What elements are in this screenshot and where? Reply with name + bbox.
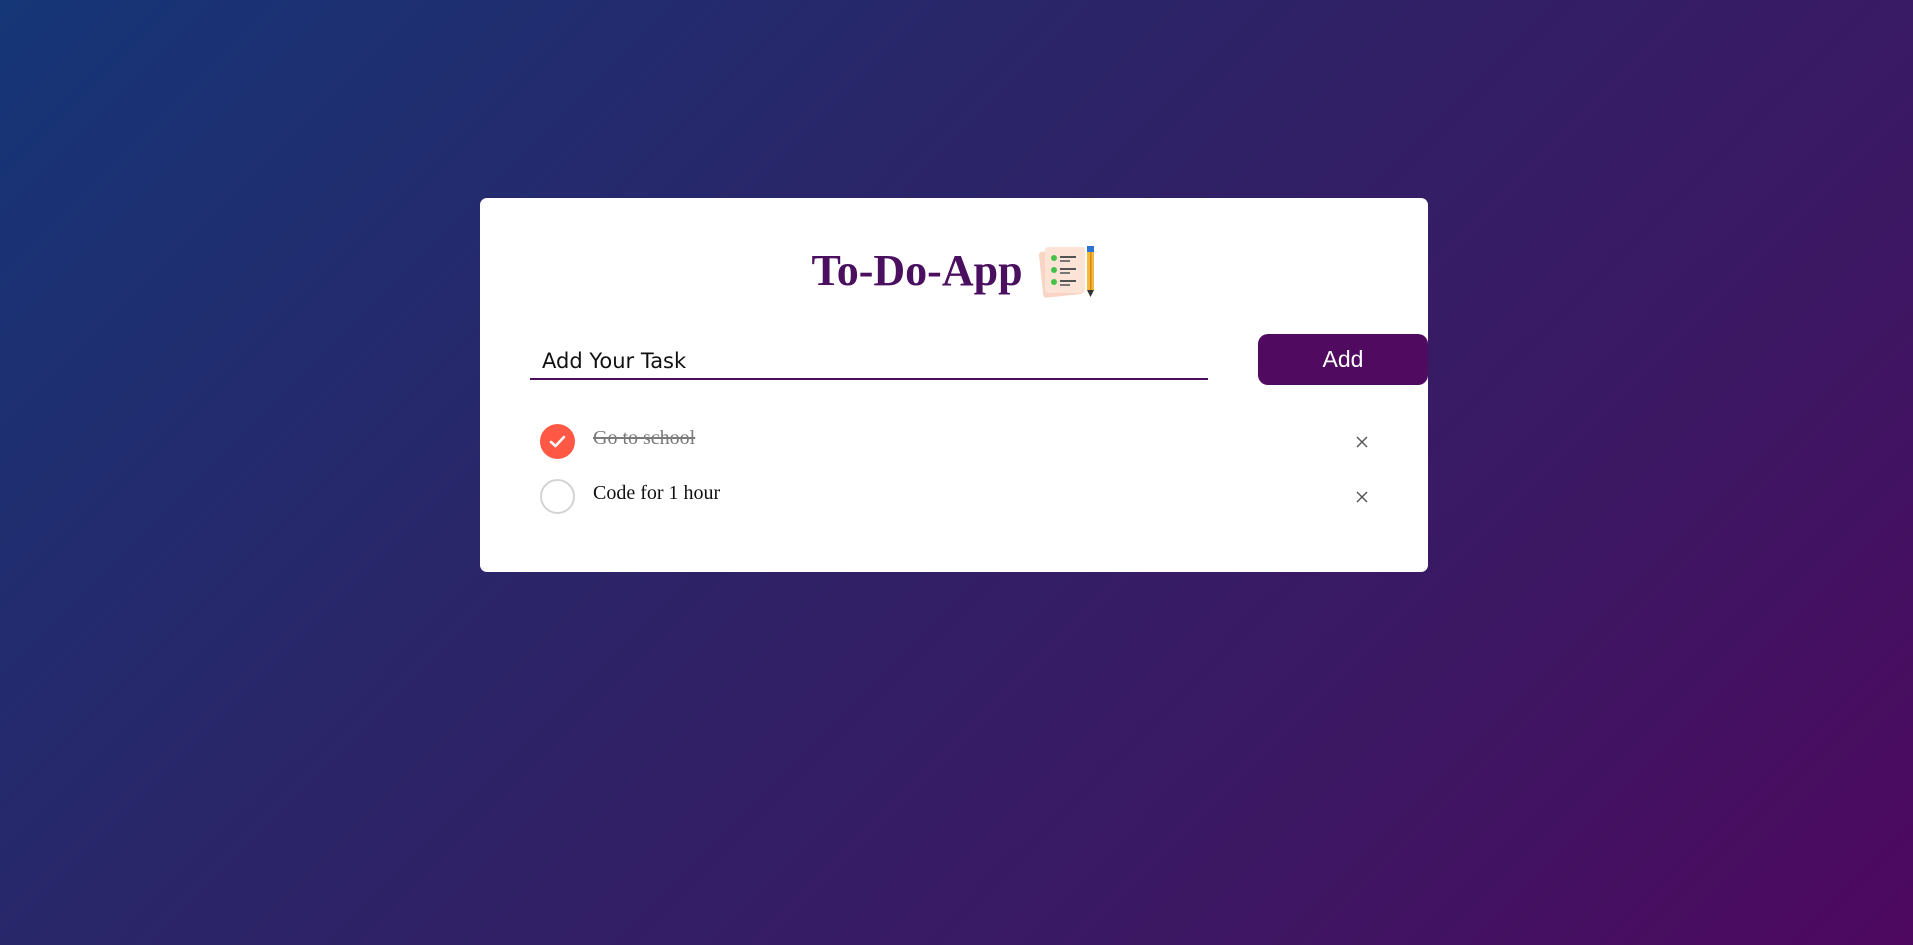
task-label: Code for 1 hour — [593, 482, 721, 504]
task-item[interactable]: Code for 1 hour — [540, 475, 1378, 530]
todo-card: To-Do-App Add Your Task Add Go to school… — [480, 198, 1428, 572]
task-item[interactable]: Go to school — [540, 420, 1378, 475]
close-icon[interactable] — [1346, 481, 1378, 513]
task-list: Go to school Code for 1 hour — [540, 420, 1378, 530]
unchecked-circle-icon[interactable] — [540, 479, 575, 514]
app-title: To-Do-App — [811, 246, 1023, 295]
checked-circle-icon[interactable] — [540, 424, 575, 459]
add-button[interactable]: Add — [1258, 334, 1428, 385]
header: To-Do-App — [480, 244, 1428, 298]
notepad-pencil-icon — [1038, 244, 1097, 298]
add-task-row: Add — [530, 334, 1428, 388]
task-label: Go to school — [593, 427, 696, 449]
task-input[interactable] — [530, 336, 1208, 380]
close-icon[interactable] — [1346, 426, 1378, 458]
